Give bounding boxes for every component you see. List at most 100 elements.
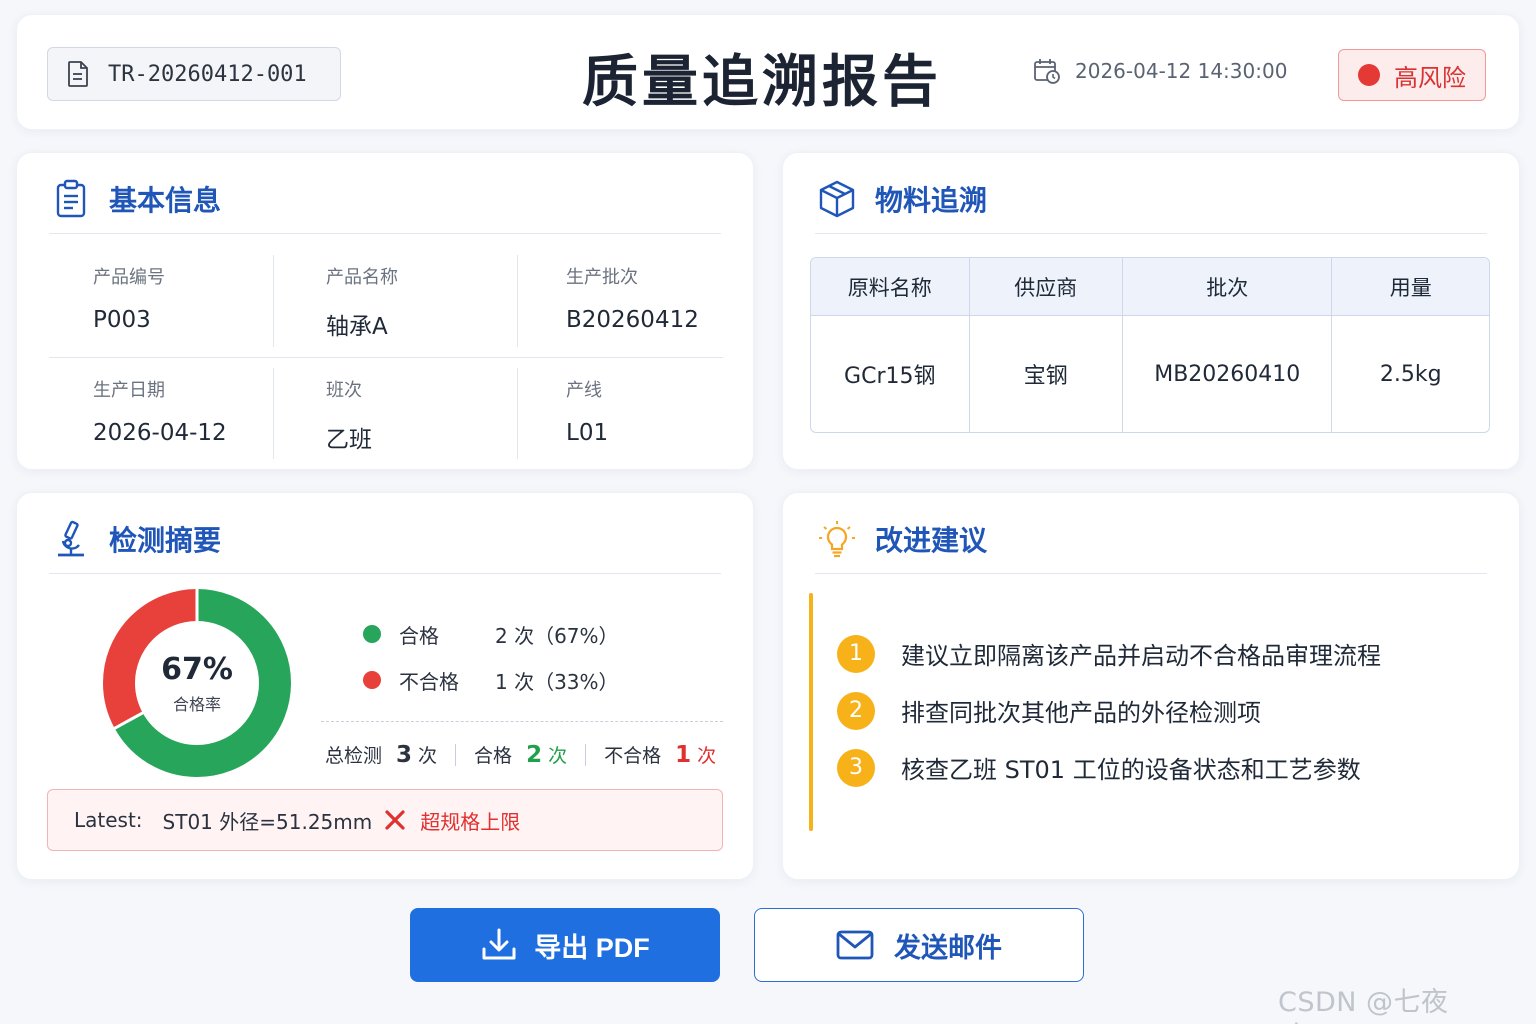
- pass-rate-value: 67%: [161, 651, 233, 687]
- section-divider: [815, 573, 1487, 574]
- latest-label: Latest:: [74, 808, 143, 832]
- watermark: CSDN @七夜zippoe: [1278, 987, 1449, 1024]
- field-product-code: 产品编号 P003: [49, 245, 273, 357]
- column-header: 供应商: [968, 258, 1123, 315]
- risk-level-badge: 高风险: [1338, 49, 1486, 101]
- material-title: 物料追溯: [817, 179, 987, 219]
- report-header: TR-20260412-001 质量追溯报告 2026-04-12 14:30:…: [16, 14, 1520, 130]
- material-title-text: 物料追溯: [875, 184, 988, 217]
- section-divider: [49, 573, 721, 574]
- download-icon: [482, 928, 516, 960]
- donut-center: 67% 合格率: [103, 589, 291, 777]
- field-label: 产品编号: [93, 267, 165, 288]
- field-value: L01: [566, 420, 609, 446]
- section-divider: [815, 233, 1487, 234]
- document-icon: [68, 61, 88, 87]
- report-datetime: 2026-04-12 14:30:00: [1033, 57, 1287, 85]
- suggestion-text: 核查乙班 ST01 工位的设备状态和工艺参数: [901, 756, 1361, 784]
- pass-dot-icon: [363, 625, 381, 643]
- fail-dot-icon: [363, 671, 381, 689]
- field-batch: 生产批次 B20260412: [517, 255, 723, 347]
- send-email-label: 发送邮件: [894, 932, 1002, 963]
- fail-unit: 次: [697, 745, 717, 767]
- inspection-summary-card: 检测摘要 67% 合格率 合格 2 次（67%） 不合格 1 次（33%） 总检…: [16, 492, 754, 880]
- legend-item-fail: 不合格 1 次（33%）: [363, 657, 619, 703]
- field-shift: 班次 乙班: [273, 368, 517, 459]
- lightbulb-icon: [819, 521, 855, 558]
- legend-name: 不合格: [399, 669, 459, 694]
- fail-label: 不合格: [604, 745, 662, 767]
- suggestion-text: 排查同批次其他产品的外径检测项: [901, 699, 1261, 727]
- basic-info-title-text: 基本信息: [109, 184, 222, 217]
- x-mark-icon: [385, 810, 405, 830]
- basic-info-card: 基本信息 产品编号 P003 产品名称 轴承A 生产批次 B20260412 生…: [16, 152, 754, 470]
- suggestions-title: 改进建议: [817, 519, 987, 559]
- field-product-name: 产品名称 轴承A: [273, 255, 517, 347]
- dashed-divider: [321, 721, 723, 722]
- column-header: 用量: [1331, 258, 1489, 315]
- field-value: 乙班: [326, 427, 372, 453]
- clipboard-icon: [56, 179, 86, 218]
- field-value: B20260412: [566, 307, 699, 333]
- table-cell: 宝钢: [968, 316, 1123, 432]
- summary-title: 检测摘要: [51, 519, 221, 559]
- page-title: 质量追溯报告: [582, 50, 942, 115]
- column-header: 原料名称: [847, 275, 932, 300]
- stats-separator: [585, 743, 587, 766]
- table-cell: GCr15钢: [844, 364, 936, 389]
- improvement-suggestions-card: 改进建议 1 建议立即隔离该产品并启动不合格品审理流程 2 排查同批次其他产品的…: [782, 492, 1520, 880]
- field-label: 生产日期: [93, 380, 165, 401]
- microscope-icon: [58, 520, 84, 557]
- field-label: 产线: [566, 380, 602, 401]
- list-item: 3 核查乙班 ST01 工位的设备状态和工艺参数: [837, 729, 1381, 806]
- field-label: 产品名称: [326, 267, 398, 288]
- pass-rate-label: 合格率: [172, 694, 221, 714]
- total-label: 总检测: [325, 745, 383, 767]
- latest-detail: ST01 外径=51.25mm: [162, 809, 373, 834]
- field-production-date: 生产日期 2026-04-12: [49, 358, 273, 469]
- suggestion-number: 1: [837, 634, 875, 673]
- field-label: 生产批次: [566, 267, 638, 288]
- suggestion-accent-bar: [809, 593, 813, 831]
- suggestion-list: 1 建议立即隔离该产品并启动不合格品审理流程 2 排查同批次其他产品的外径检测项…: [837, 615, 1381, 806]
- table-row: GCr15钢 宝钢 MB20260410 2.5kg: [811, 316, 1489, 432]
- table-header: 原料名称 供应商 批次 用量: [811, 258, 1489, 316]
- datetime-text: 2026-04-12 14:30:00: [1075, 59, 1288, 83]
- field-value: 2026-04-12: [93, 420, 227, 446]
- donut-legend: 合格 2 次（67%） 不合格 1 次（33%）: [363, 611, 619, 703]
- info-row: 生产日期 2026-04-12 班次 乙班 产线 L01: [49, 357, 723, 469]
- export-pdf-button[interactable]: 导出 PDF: [410, 908, 720, 982]
- table-cell: 2.5kg: [1331, 316, 1489, 432]
- suggestion-number: 3: [837, 748, 875, 787]
- report-id-text: TR-20260412-001: [108, 61, 307, 87]
- field-value: P003: [93, 307, 151, 333]
- pass-label: 合格: [474, 745, 513, 767]
- suggestion-number: 2: [837, 691, 875, 730]
- pass-unit: 次: [548, 745, 568, 767]
- basic-info-grid: 产品编号 P003 产品名称 轴承A 生产批次 B20260412 生产日期 2…: [49, 245, 723, 469]
- field-value: 轴承A: [326, 314, 388, 340]
- pass-count: 2: [526, 741, 543, 768]
- material-trace-card: 物料追溯 原料名称 供应商 批次 用量 GCr15钢 宝钢 MB20260410…: [782, 152, 1520, 470]
- basic-info-title: 基本信息: [51, 179, 221, 219]
- legend-item-pass: 合格 2 次（67%）: [363, 611, 619, 657]
- field-label: 班次: [326, 380, 362, 401]
- pass-rate-donut: 67% 合格率: [103, 588, 291, 777]
- risk-dot-icon: [1358, 64, 1380, 86]
- legend-value: 1 次（33%）: [495, 669, 619, 694]
- suggestion-text: 建议立即隔离该产品并启动不合格品审理流程: [901, 642, 1381, 670]
- send-email-button[interactable]: 发送邮件: [754, 908, 1084, 982]
- calendar-clock-icon: [1034, 59, 1060, 84]
- material-table: 原料名称 供应商 批次 用量 GCr15钢 宝钢 MB20260410 2.5k…: [810, 257, 1490, 433]
- report-id-badge: TR-20260412-001: [47, 47, 341, 101]
- total-count: 3: [396, 741, 413, 768]
- field-line: 产线 L01: [517, 368, 723, 459]
- mail-icon: [836, 930, 874, 960]
- latest-warning: 超规格上限: [420, 809, 521, 834]
- suggestions-title-text: 改进建议: [875, 524, 988, 557]
- legend-value: 2 次（67%）: [495, 623, 619, 648]
- risk-label: 高风险: [1394, 63, 1466, 92]
- info-row: 产品编号 P003 产品名称 轴承A 生产批次 B20260412: [49, 245, 723, 357]
- legend-name: 合格: [399, 623, 439, 648]
- column-header: 批次: [1122, 258, 1331, 315]
